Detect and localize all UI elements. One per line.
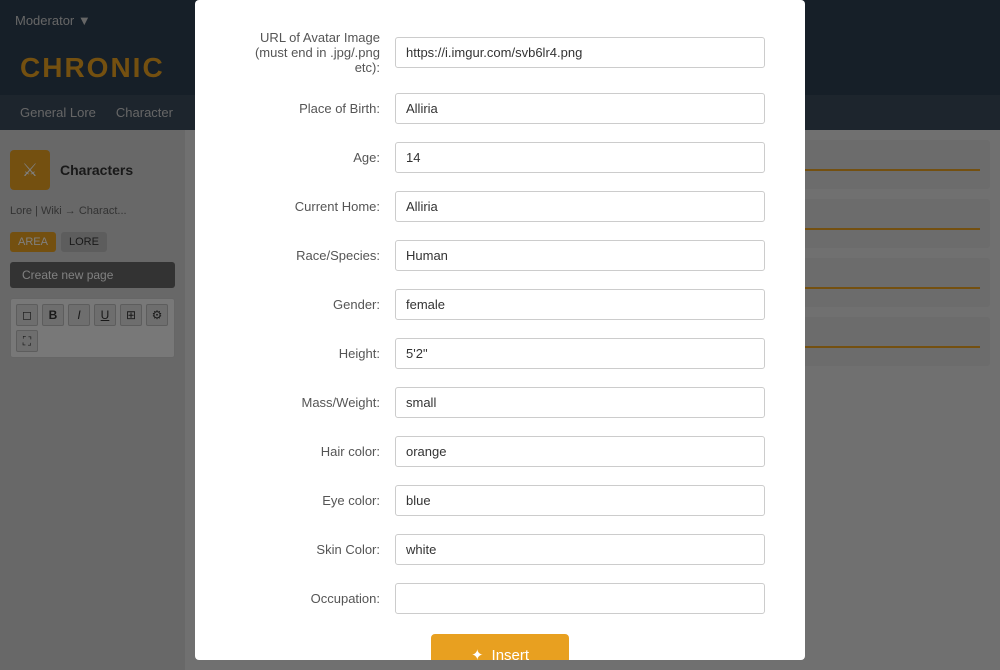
form-row-age: Age: xyxy=(235,142,765,173)
modal-overlay: URL of Avatar Image (must end in .jpg/.p… xyxy=(0,0,1000,670)
form-row-race-species: Race/Species: xyxy=(235,240,765,271)
character-form-modal: URL of Avatar Image (must end in .jpg/.p… xyxy=(195,0,805,660)
form-row-eye-color: Eye color: xyxy=(235,485,765,516)
input-gender[interactable] xyxy=(395,289,765,320)
form-rows-container: URL of Avatar Image (must end in .jpg/.p… xyxy=(235,30,765,614)
label-race-species: Race/Species: xyxy=(235,248,395,263)
label-hair-color: Hair color: xyxy=(235,444,395,459)
insert-icon: ✦ xyxy=(471,646,484,660)
form-row-gender: Gender: xyxy=(235,289,765,320)
label-gender: Gender: xyxy=(235,297,395,312)
label-skin-color: Skin Color: xyxy=(235,542,395,557)
input-occupation[interactable] xyxy=(395,583,765,614)
label-mass-weight: Mass/Weight: xyxy=(235,395,395,410)
insert-label: Insert xyxy=(492,647,530,661)
form-row-skin-color: Skin Color: xyxy=(235,534,765,565)
input-avatar-url[interactable] xyxy=(395,37,765,68)
label-current-home: Current Home: xyxy=(235,199,395,214)
label-avatar-url: URL of Avatar Image (must end in .jpg/.p… xyxy=(235,30,395,75)
insert-button[interactable]: ✦ Insert xyxy=(431,634,569,660)
label-height: Height: xyxy=(235,346,395,361)
input-current-home[interactable] xyxy=(395,191,765,222)
label-place-of-birth: Place of Birth: xyxy=(235,101,395,116)
input-place-of-birth[interactable] xyxy=(395,93,765,124)
label-age: Age: xyxy=(235,150,395,165)
form-row-avatar-url: URL of Avatar Image (must end in .jpg/.p… xyxy=(235,30,765,75)
form-row-current-home: Current Home: xyxy=(235,191,765,222)
input-mass-weight[interactable] xyxy=(395,387,765,418)
form-row-mass-weight: Mass/Weight: xyxy=(235,387,765,418)
form-row-hair-color: Hair color: xyxy=(235,436,765,467)
input-age[interactable] xyxy=(395,142,765,173)
input-eye-color[interactable] xyxy=(395,485,765,516)
input-skin-color[interactable] xyxy=(395,534,765,565)
form-row-occupation: Occupation: xyxy=(235,583,765,614)
label-eye-color: Eye color: xyxy=(235,493,395,508)
form-row-height: Height: xyxy=(235,338,765,369)
input-hair-color[interactable] xyxy=(395,436,765,467)
input-race-species[interactable] xyxy=(395,240,765,271)
input-height[interactable] xyxy=(395,338,765,369)
label-occupation: Occupation: xyxy=(235,591,395,606)
form-row-place-of-birth: Place of Birth: xyxy=(235,93,765,124)
